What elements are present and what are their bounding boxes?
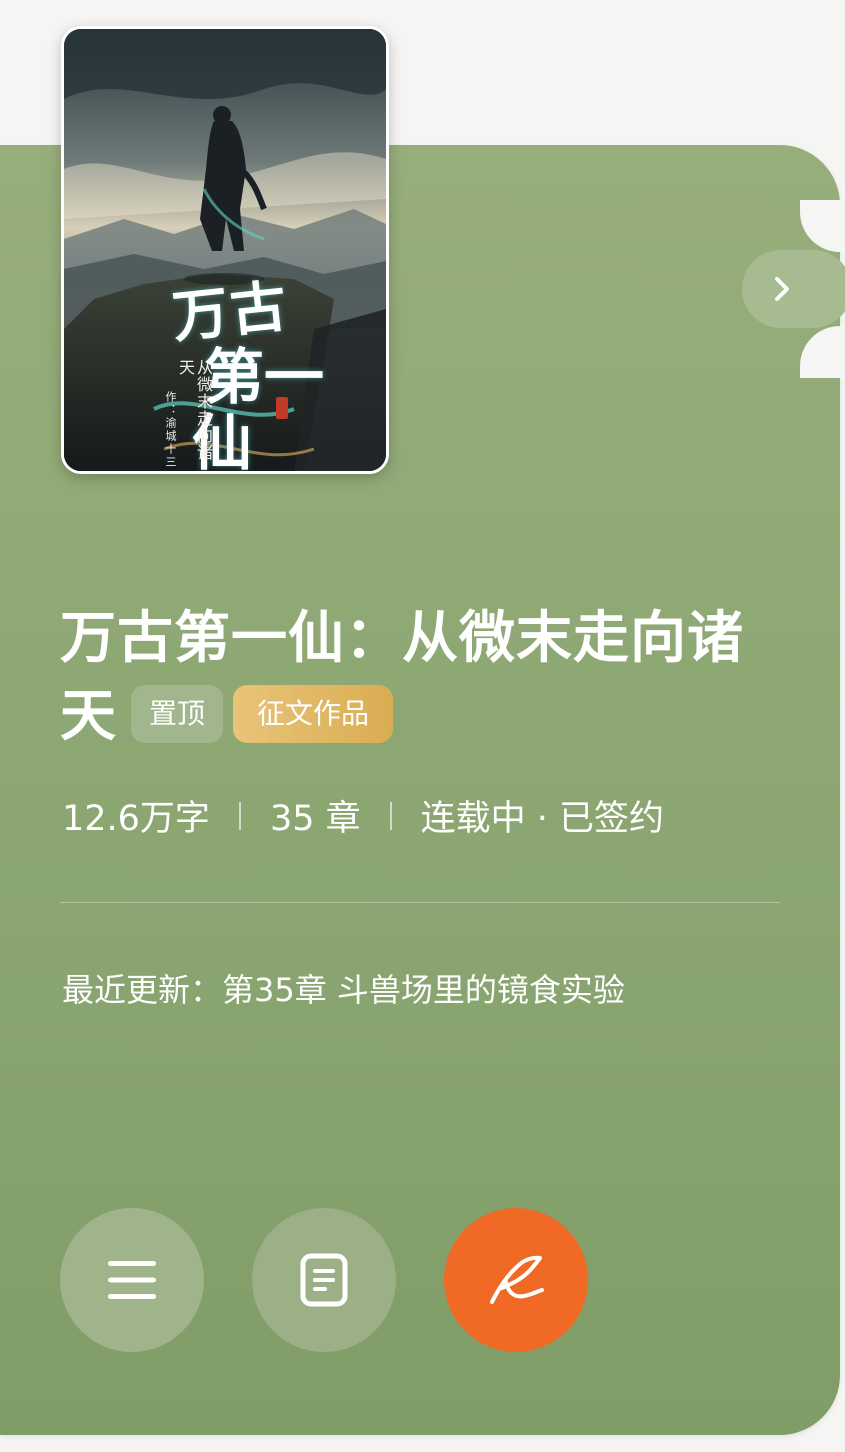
contest-badge[interactable]: 征文作品 [233, 684, 394, 743]
divider [60, 902, 780, 903]
pinned-badge: 置顶 [131, 684, 224, 743]
book-status: 连载中 · 已签约 [420, 799, 664, 839]
cover-subtitle: 从微末走向诸天 [176, 359, 213, 461]
menu-button[interactable] [60, 1208, 204, 1352]
book-detail-screen: 万古 第一 仙 从微末走向诸天 作：渝城十三 万古第一仙：从微末走向诸天 置顶 征文… [0, 0, 845, 1452]
menu-icon [108, 1261, 156, 1299]
cover-seal [276, 397, 288, 419]
document-icon [300, 1253, 348, 1307]
chevron-right-icon [775, 277, 789, 301]
book-title-block: 万古第一仙：从微末走向诸天 置顶 征文作品 [60, 600, 790, 756]
write-button[interactable] [444, 1208, 588, 1352]
chapter-list-button[interactable] [252, 1208, 396, 1352]
meta-separator [238, 801, 241, 830]
latest-update[interactable]: 最近更新：第35章 斗兽场里的镜食实验 [62, 965, 625, 1011]
chapter-count: 35 章 [269, 799, 361, 839]
cover-author: 作：渝城十三 [164, 391, 177, 469]
quill-icon [490, 1255, 544, 1304]
meta-separator [389, 801, 392, 830]
word-count: 12.6万字 [62, 799, 210, 839]
book-meta-row: 12.6万字 35 章 连载中 · 已签约 [62, 790, 664, 841]
book-cover[interactable]: 万古 第一 仙 从微末走向诸天 作：渝城十三 [61, 26, 389, 474]
next-arrow-button[interactable] [742, 250, 845, 328]
